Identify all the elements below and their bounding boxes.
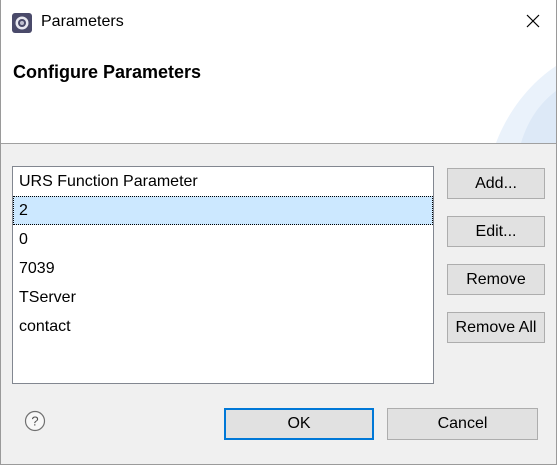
cancel-button[interactable]: Cancel [387,408,538,440]
close-button[interactable] [518,8,548,38]
ok-button[interactable]: OK [224,408,374,440]
edit-button-label: Edit... [475,222,517,240]
add-button[interactable]: Add... [447,168,545,199]
remove-all-button-label: Remove All [455,318,537,336]
list-item[interactable]: 7039 [13,254,433,283]
banner-decoration [496,66,556,143]
remove-button[interactable]: Remove [447,264,545,295]
cancel-button-label: Cancel [437,415,488,432]
header-banner: Configure Parameters [1,46,556,144]
svg-text:?: ? [31,414,38,429]
list-item[interactable]: contact [13,312,433,341]
list-item[interactable]: URS Function Parameter [13,167,433,196]
parameter-list[interactable]: URS Function Parameter 2 0 7039 TServer … [12,166,434,384]
close-icon [526,14,540,33]
list-item[interactable]: TServer [13,283,433,312]
list-item[interactable]: 0 [13,225,433,254]
dialog-content: URS Function Parameter 2 0 7039 TServer … [1,144,556,464]
window-title: Parameters [41,13,124,30]
page-title: Configure Parameters [13,62,202,82]
gear-app-icon [11,12,33,34]
parameters-dialog: Parameters Configure Parameters URS Func… [0,0,557,465]
help-button[interactable]: ? [24,410,46,432]
add-button-label: Add... [475,174,517,192]
help-icon: ? [24,410,46,436]
remove-all-button[interactable]: Remove All [447,312,545,343]
ok-button-label: OK [287,415,311,432]
edit-button[interactable]: Edit... [447,216,545,247]
list-item-selected[interactable]: 2 [13,196,433,225]
remove-button-label: Remove [466,270,526,288]
title-bar: Parameters [1,0,556,46]
